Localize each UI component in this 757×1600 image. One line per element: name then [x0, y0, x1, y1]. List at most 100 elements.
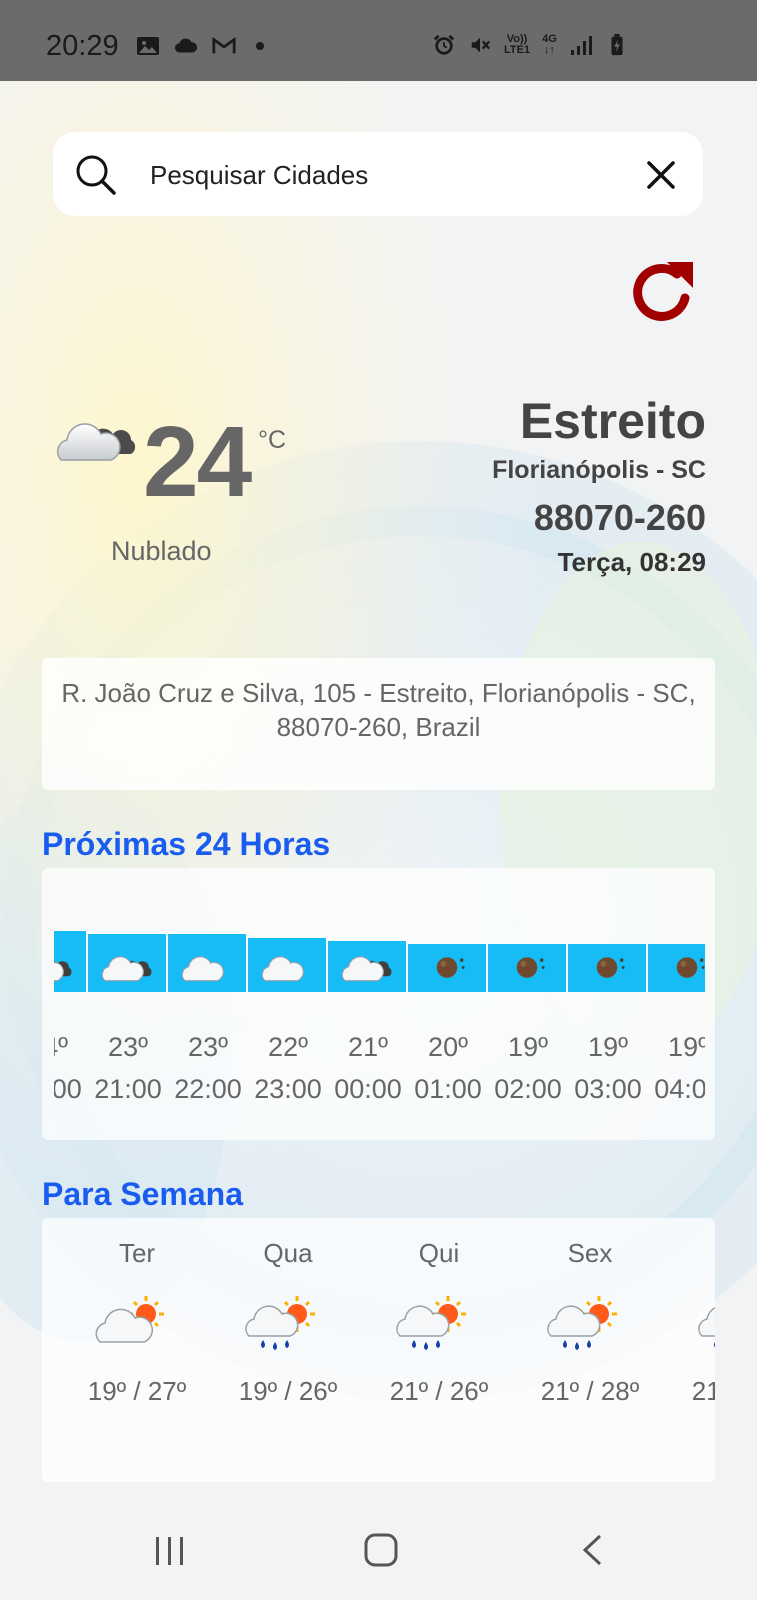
gmail-icon: [212, 36, 236, 54]
search-input[interactable]: Pesquisar Cidades: [150, 160, 368, 191]
daily-item: Qui 21º / 26º: [364, 1218, 514, 1482]
hourly-time: 02:00: [494, 1074, 562, 1104]
daily-item: Qua 19º / 26º: [213, 1218, 363, 1482]
partly-cloudy-icon: [95, 1296, 164, 1343]
hourly-temperature: 19º: [508, 1032, 548, 1062]
night-cloud-icon: [341, 956, 392, 982]
hourly-item: 19º 04:00: [648, 868, 705, 1140]
daily-item: Ter 19º / 27º: [62, 1218, 212, 1482]
hourly-forecast-list[interactable]: 24º 20:00 23º 21:00 23º 22:00 22º 23:00 21º 00:00…: [54, 868, 705, 1140]
hourly-temperature: 22º: [268, 1032, 308, 1062]
daily-item: Sex 21º / 28º: [515, 1218, 665, 1482]
moon-icon: [436, 957, 465, 978]
cloud-icon: [56, 423, 136, 461]
moon-icon: [676, 957, 705, 978]
hourly-item: 23º 22:00: [168, 868, 248, 1140]
alarm-icon: [433, 34, 455, 55]
hourly-temperature: 23º: [188, 1032, 228, 1062]
notification-icons: [136, 35, 264, 57]
hourly-time: 20:00: [54, 1074, 82, 1104]
weekly-section-title: Para Semana: [42, 1176, 244, 1212]
day-temperature-range: 21º / 26º: [389, 1376, 489, 1406]
location-datetime: Terça, 08:29: [557, 547, 706, 577]
temperature-bar: [568, 944, 646, 992]
night-cloud-icon: [54, 961, 72, 982]
volte-indicator: Vo)) LTE1: [504, 33, 531, 56]
daily-item: Sáb 21º / 27º: [666, 1218, 715, 1482]
system-icons: Vo)) LTE1 4G ↓↑: [432, 34, 629, 56]
cloud-status-icon: [174, 38, 198, 53]
mute-icon: [471, 37, 491, 53]
address-card: R. João Cruz e Silva, 105 - Estreito, Fl…: [42, 658, 715, 790]
address-text: R. João Cruz e Silva, 105 - Estreito, Fl…: [61, 678, 696, 742]
navigation-bar: [0, 1499, 757, 1600]
battery-charging-icon: [611, 34, 623, 56]
hourly-item: 22º 23:00: [248, 868, 328, 1140]
hourly-temperature: 24º: [54, 1032, 68, 1062]
search-bar[interactable]: Pesquisar Cidades: [53, 132, 703, 216]
hourly-time: 21:00: [94, 1074, 162, 1104]
hourly-time: 03:00: [574, 1074, 642, 1104]
hourly-temperature: 21º: [348, 1032, 388, 1062]
temperature-bar: [248, 938, 326, 992]
location-city: Florianópolis - SC: [492, 456, 706, 484]
status-time: 20:29: [46, 30, 119, 62]
image-icon: [137, 37, 159, 55]
rain-sun-icon: [698, 1307, 715, 1348]
temperature-bar: [88, 934, 166, 992]
hourly-temperature: 20º: [428, 1032, 468, 1062]
hourly-item: 20º 01:00: [408, 868, 488, 1140]
temperature-bar: [54, 931, 86, 992]
rain-sun-icon: [245, 1296, 315, 1350]
location-name: Estreito: [519, 393, 706, 449]
hourly-item: 19º 03:00: [568, 868, 648, 1140]
cloud-icon: [181, 956, 224, 982]
recent-apps-icon[interactable]: [153, 1535, 187, 1567]
temperature-bar: [168, 934, 246, 992]
hourly-section-title: Próximas 24 Horas: [42, 826, 331, 862]
night-cloud-icon: [101, 956, 152, 982]
search-icon[interactable]: [75, 154, 117, 196]
more-notifications-icon: [256, 42, 264, 50]
cloud-icon: [261, 956, 304, 982]
home-icon[interactable]: [363, 1532, 399, 1568]
hourly-time: 04:00: [654, 1074, 705, 1104]
rain-sun-icon: [396, 1296, 466, 1350]
temperature-bar: [488, 944, 566, 992]
day-name: Ter: [118, 1238, 156, 1268]
temperature-bar: [648, 944, 705, 992]
hourly-time: 01:00: [414, 1074, 482, 1104]
moon-icon: [516, 957, 545, 978]
hourly-forecast-card[interactable]: 24º 20:00 23º 21:00 23º 22:00 22º 23:00 21º 00:00…: [42, 868, 715, 1140]
weekly-forecast-card[interactable]: Ter 19º / 27º Qua 19º / 26º Qui 21º / 26º Sex 2…: [42, 1218, 715, 1482]
rain-sun-icon: [547, 1296, 617, 1350]
day-name: Qua: [263, 1238, 313, 1268]
temperature-unit: °C: [258, 426, 287, 454]
day-name: Sáb: [666, 1238, 715, 1269]
temperature-bar: [328, 941, 406, 992]
day-temperature-range: 19º / 26º: [238, 1376, 338, 1406]
day-temperature-range: 19º / 27º: [87, 1376, 187, 1406]
hourly-item: 21º 00:00: [328, 868, 408, 1140]
day-temperature-range: 21º / 28º: [540, 1376, 640, 1406]
status-bar: 20:29 Vo)) LTE1 4G ↓↑: [0, 0, 757, 81]
close-icon[interactable]: [646, 160, 676, 190]
hourly-temperature: 19º: [668, 1032, 705, 1062]
hourly-item: 24º 20:00: [54, 868, 88, 1140]
moon-icon: [596, 957, 625, 978]
refresh-icon[interactable]: [627, 258, 699, 330]
temperature-bar: [408, 944, 486, 992]
back-icon[interactable]: [580, 1533, 604, 1567]
hourly-time: 22:00: [174, 1074, 242, 1104]
weather-description: Nublado: [111, 536, 212, 566]
hourly-temperature: 23º: [108, 1032, 148, 1062]
hourly-temperature: 19º: [588, 1032, 628, 1062]
signal-icon: [570, 36, 592, 55]
hourly-time: 00:00: [334, 1074, 402, 1104]
hourly-item: 23º 21:00: [88, 868, 168, 1140]
current-temperature: 24: [143, 406, 252, 518]
network-type-indicator: 4G ↓↑: [542, 33, 557, 56]
location-cep: 88070-260: [533, 497, 706, 538]
day-temperature-range: 21º / 27º: [691, 1376, 715, 1406]
data-arrows-icon: ↓↑: [543, 44, 555, 56]
